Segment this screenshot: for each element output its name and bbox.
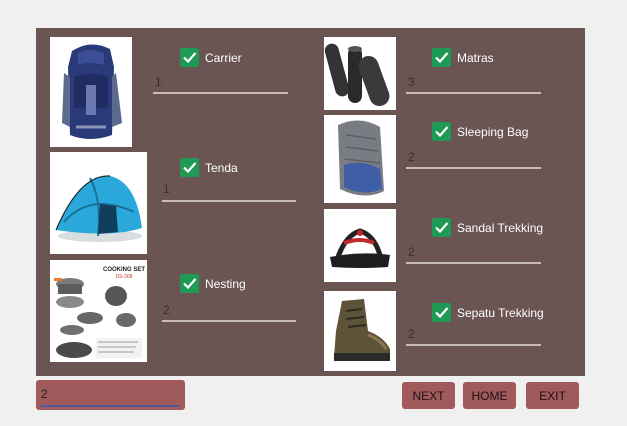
exit-button[interactable]: EXIT bbox=[526, 382, 579, 409]
sandal-trekking-qty-field[interactable]: 2 bbox=[408, 245, 415, 259]
carrier-qty-field[interactable]: 1 bbox=[155, 75, 162, 89]
checkmark-icon bbox=[435, 307, 449, 319]
matras-label: Matras bbox=[457, 51, 494, 65]
carrier-image bbox=[50, 37, 132, 147]
sepatu-trekking-qty-underline bbox=[406, 344, 541, 346]
nesting-qty-field[interactable]: 2 bbox=[163, 303, 170, 317]
total-input-underline bbox=[41, 405, 179, 407]
sleeping-bag-qty-underline bbox=[406, 167, 541, 169]
nesting-image: COOKING SET DS-308 bbox=[50, 260, 147, 362]
checkmark-icon bbox=[435, 52, 449, 64]
sepatu-trekking-label: Sepatu Trekking bbox=[457, 306, 544, 320]
sleeping-bag-checkbox[interactable] bbox=[432, 122, 451, 141]
checkmark-icon bbox=[183, 162, 197, 174]
sepatu-trekking-checkbox[interactable] bbox=[432, 303, 451, 322]
checkmark-icon bbox=[435, 126, 449, 138]
tenda-qty-underline bbox=[162, 200, 296, 202]
tenda-qty-field[interactable]: 1 bbox=[163, 182, 170, 196]
total-input-container bbox=[36, 380, 185, 410]
checkmark-icon bbox=[183, 278, 197, 290]
sandal-trekking-qty-underline bbox=[406, 262, 541, 264]
next-button[interactable]: NEXT bbox=[402, 382, 455, 409]
tenda-checkbox[interactable] bbox=[180, 158, 199, 177]
total-input[interactable] bbox=[41, 384, 177, 404]
home-button[interactable]: HOME bbox=[463, 382, 516, 409]
sleeping-bag-image bbox=[324, 115, 396, 203]
matras-image bbox=[324, 37, 396, 110]
nesting-label: Nesting bbox=[205, 277, 246, 291]
sepatu-trekking-image bbox=[324, 291, 396, 371]
sandal-trekking-label: Sandal Trekking bbox=[457, 221, 544, 235]
carrier-label: Carrier bbox=[205, 51, 242, 65]
checkmark-icon bbox=[435, 222, 449, 234]
sleeping-bag-qty-field[interactable]: 2 bbox=[408, 150, 415, 164]
tenda-image bbox=[50, 152, 147, 254]
matras-checkbox[interactable] bbox=[432, 48, 451, 67]
nesting-qty-underline bbox=[162, 320, 296, 322]
sleeping-bag-label: Sleeping Bag bbox=[457, 125, 529, 139]
nesting-checkbox[interactable] bbox=[180, 274, 199, 293]
tenda-label: Tenda bbox=[205, 161, 238, 175]
matras-qty-field[interactable]: 3 bbox=[408, 75, 415, 89]
sandal-trekking-checkbox[interactable] bbox=[432, 218, 451, 237]
matras-qty-underline bbox=[406, 92, 541, 94]
sandal-trekking-image bbox=[324, 209, 396, 282]
carrier-checkbox[interactable] bbox=[180, 48, 199, 67]
carrier-qty-underline bbox=[153, 92, 288, 94]
checkmark-icon bbox=[183, 52, 197, 64]
cooking-set-title: COOKING SET bbox=[103, 267, 145, 273]
sepatu-trekking-qty-field[interactable]: 2 bbox=[408, 327, 415, 341]
cooking-set-code: DS-308 bbox=[116, 274, 133, 280]
